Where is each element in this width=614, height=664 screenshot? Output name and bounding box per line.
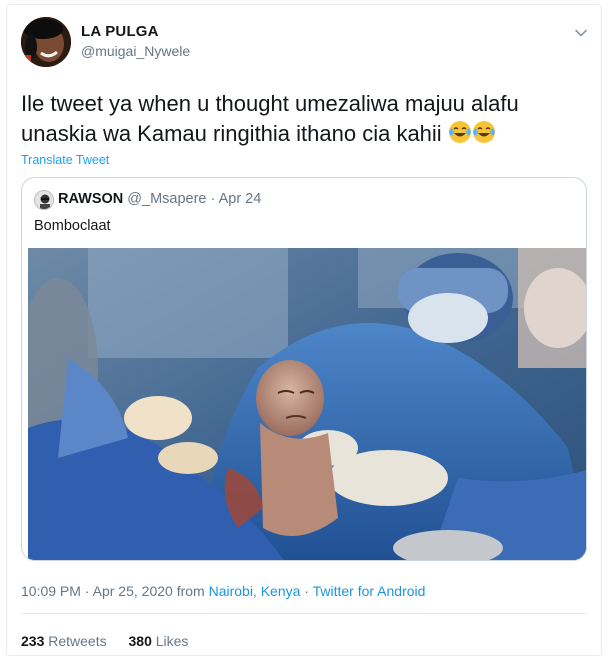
author-handle[interactable]: @muigai_Nywele — [81, 43, 190, 59]
client-link[interactable]: Twitter for Android — [313, 583, 426, 599]
quoted-author-handle[interactable]: @_Msapere — [127, 191, 206, 207]
quoted-date[interactable]: Apr 24 — [219, 191, 262, 207]
tweet-text-body: Ile tweet ya when u thought umezaliwa ma… — [21, 91, 519, 146]
retweets-count: 233 — [21, 633, 45, 649]
location-link[interactable]: Nairobi, Kenya — [209, 583, 301, 599]
translate-tweet-link[interactable]: Translate Tweet — [21, 153, 109, 167]
meta-separator: · — [84, 583, 90, 599]
author-avatar[interactable] — [21, 17, 71, 67]
retweets-stat[interactable]: 233 Retweets — [21, 633, 111, 649]
quoted-separator: · — [210, 191, 216, 207]
divider — [21, 613, 587, 614]
quoted-author-avatar[interactable] — [34, 190, 54, 210]
tears-of-joy-emoji-icon — [448, 120, 472, 152]
quoted-header: RAWSON @_Msapere · Apr 24 — [58, 191, 261, 207]
chevron-down-icon[interactable] — [571, 23, 591, 43]
tweet-time[interactable]: 10:09 PM — [21, 583, 81, 599]
quoted-text: Bomboclaat — [34, 218, 111, 234]
tweet-card: LA PULGA @muigai_Nywele Ile tweet ya whe… — [6, 4, 602, 656]
likes-label: Likes — [155, 633, 189, 649]
tweet-date[interactable]: Apr 25, 2020 — [93, 583, 173, 599]
author-name[interactable]: LA PULGA — [81, 23, 159, 40]
meta-separator: · — [304, 583, 309, 599]
newborn-surgery-photo-icon — [22, 248, 586, 560]
tweet-text: Ile tweet ya when u thought umezaliwa ma… — [21, 89, 581, 152]
quoted-author-name[interactable]: RAWSON — [58, 191, 123, 207]
quoted-media-photo[interactable] — [22, 248, 586, 560]
likes-stat[interactable]: 380 Likes — [129, 633, 189, 649]
quoted-tweet[interactable]: RAWSON @_Msapere · Apr 24 Bomboclaat — [21, 177, 587, 561]
retweets-label: Retweets — [48, 633, 107, 649]
tears-of-joy-emoji-icon — [472, 120, 496, 152]
from-label: from — [176, 583, 205, 599]
likes-count: 380 — [128, 633, 152, 649]
avatar-image — [21, 17, 71, 67]
tweet-meta: 10:09 PM · Apr 25, 2020 from Nairobi, Ke… — [21, 583, 425, 599]
tweet-stats: 233 Retweets 380 Likes — [21, 633, 206, 649]
